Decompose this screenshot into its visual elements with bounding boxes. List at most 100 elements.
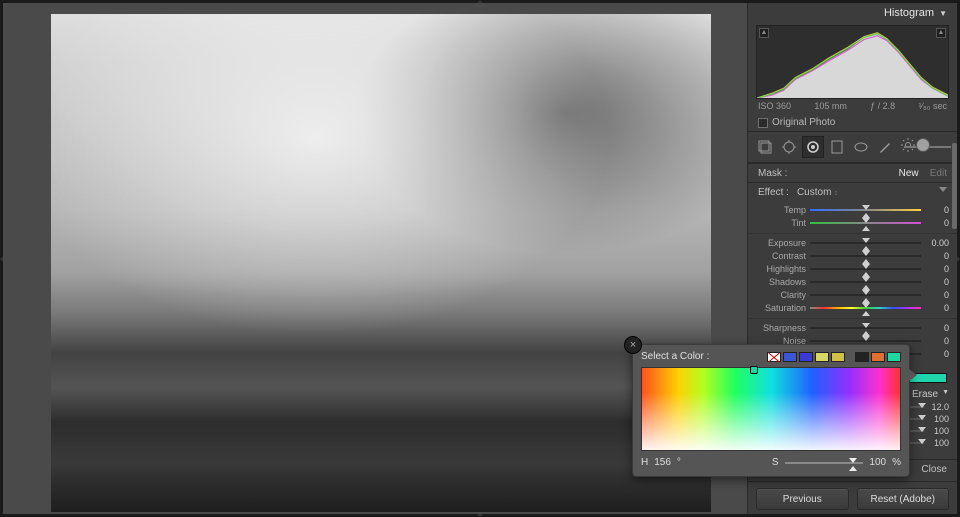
preset-swatch-3[interactable] xyxy=(815,352,829,362)
button-row: Previous Reset (Adobe) xyxy=(748,481,957,514)
panel-scrollbar[interactable] xyxy=(952,143,957,229)
adj-exposure-row: Exposure 0.00 xyxy=(756,236,949,249)
close-button[interactable]: × xyxy=(624,336,642,354)
erase-value-2: 100 xyxy=(927,426,949,436)
sun-icon xyxy=(901,138,915,152)
sat-value[interactable]: 100 xyxy=(869,457,886,468)
adj-highlights-value[interactable]: 0 xyxy=(925,264,949,274)
adj-highlights-row: Highlights 0 xyxy=(756,262,949,275)
adj-sharpness-slider[interactable] xyxy=(810,323,921,333)
highlight-clipping-icon[interactable]: ▲ xyxy=(936,28,946,38)
sat-label: S xyxy=(772,457,779,468)
preset-swatch-5[interactable] xyxy=(855,352,869,362)
color-picker-popup: × Select a Color : H 156 ° S 100 % xyxy=(632,344,910,477)
adj-shadows-value[interactable]: 0 xyxy=(925,277,949,287)
hue-value[interactable]: 156 xyxy=(654,457,671,468)
spot-tool-button[interactable] xyxy=(778,136,800,158)
shadow-clipping-icon[interactable]: ▲ xyxy=(759,28,769,38)
adj-temp-row: Temp 0 xyxy=(756,203,949,216)
radial-tool-button[interactable] xyxy=(850,136,872,158)
preset-row xyxy=(767,352,901,362)
mask-label: Mask : xyxy=(758,168,787,179)
photo-preview[interactable] xyxy=(51,14,711,512)
preset-swatch-0[interactable] xyxy=(767,352,781,362)
crop-tool-button[interactable] xyxy=(754,136,776,158)
adj-tint-row: Tint 0 xyxy=(756,216,949,229)
effect-section: Effect : Custom ↕ xyxy=(748,182,957,201)
adj-saturation-row: Saturation 0 xyxy=(756,301,949,314)
preset-swatch-4[interactable] xyxy=(831,352,845,362)
preset-swatch-7[interactable] xyxy=(887,352,901,362)
close-icon: × xyxy=(630,339,636,351)
histogram[interactable]: ▲ ▲ xyxy=(756,25,949,99)
effect-dropdown[interactable]: Custom ↕ xyxy=(797,187,838,198)
adj-shadows-slider[interactable] xyxy=(810,277,921,287)
saturation-slider[interactable] xyxy=(785,462,864,464)
mask-new-button[interactable]: New xyxy=(899,168,919,179)
previous-button[interactable]: Previous xyxy=(756,488,849,510)
histogram-metadata: ISO 360 105 mm ƒ / 2.8 ¹⁄₈₀ sec xyxy=(748,99,957,114)
erase-value-0: 12.0 xyxy=(927,402,949,412)
effect-value: Custom xyxy=(797,187,831,198)
adj-exposure-label: Exposure xyxy=(756,238,806,248)
original-photo-checkbox[interactable] xyxy=(758,118,768,128)
spectrum-cursor-icon[interactable] xyxy=(750,366,758,374)
adj-clarity-slider[interactable] xyxy=(810,290,921,300)
erase-value-3: 100 xyxy=(927,438,949,448)
adj-sharpness-row: Sharpness 0 xyxy=(756,321,949,334)
adj-saturation-label: Saturation xyxy=(756,303,806,313)
erase-value-1: 100 xyxy=(927,414,949,424)
adj-tint-value[interactable]: 0 xyxy=(925,218,949,228)
effect-label: Effect : xyxy=(758,187,789,198)
hue-label: H xyxy=(641,457,648,468)
toolstrip xyxy=(748,131,957,163)
graduated-tool-button[interactable] xyxy=(826,136,848,158)
focal-value: 105 mm xyxy=(814,101,847,111)
iso-value: ISO 360 xyxy=(758,101,791,111)
adj-saturation-slider[interactable] xyxy=(810,303,921,313)
brush-tool-button[interactable] xyxy=(874,136,896,158)
hue-degree: ° xyxy=(677,457,681,468)
erase-label[interactable]: Erase xyxy=(912,389,938,400)
close-link[interactable]: Close xyxy=(921,464,947,475)
exposure-quick-slider[interactable] xyxy=(904,140,951,154)
chevron-updown-icon: ↕ xyxy=(834,190,838,197)
adj-temp-value[interactable]: 0 xyxy=(925,205,949,215)
adj-contrast-slider[interactable] xyxy=(810,251,921,261)
original-photo-row[interactable]: Original Photo xyxy=(748,114,957,131)
adj-sharpness-value[interactable]: 0 xyxy=(925,323,949,333)
color-spectrum[interactable] xyxy=(641,367,901,451)
mask-section: Mask : New Edit xyxy=(748,163,957,182)
mask-edit-button[interactable]: Edit xyxy=(930,168,947,179)
adj-shadows-label: Shadows xyxy=(756,277,806,287)
adj-clarity-row: Clarity 0 xyxy=(756,288,949,301)
adj-contrast-label: Contrast xyxy=(756,251,806,261)
preset-swatch-6[interactable] xyxy=(871,352,885,362)
adj-temp-label: Temp xyxy=(756,205,806,215)
adj-moiré-value[interactable]: 0 xyxy=(925,349,949,359)
adj-noise-value[interactable]: 0 xyxy=(925,336,949,346)
preset-swatch-2[interactable] xyxy=(799,352,813,362)
adj-tint-slider[interactable] xyxy=(810,218,921,228)
adj-highlights-label: Highlights xyxy=(756,264,806,274)
adj-tint-label: Tint xyxy=(756,218,806,228)
redeye-tool-button[interactable] xyxy=(802,136,824,158)
histogram-curve-icon xyxy=(757,26,948,98)
disclosure-icon[interactable] xyxy=(939,187,947,192)
adj-exposure-slider[interactable] xyxy=(810,238,921,248)
reset-adobe-button[interactable]: Reset (Adobe) xyxy=(857,488,950,510)
adj-clarity-label: Clarity xyxy=(756,290,806,300)
adj-highlights-slider[interactable] xyxy=(810,264,921,274)
adj-contrast-row: Contrast 0 xyxy=(756,249,949,262)
histogram-header[interactable]: Histogram ▼ xyxy=(748,3,957,23)
adj-temp-slider[interactable] xyxy=(810,205,921,215)
adj-saturation-value[interactable]: 0 xyxy=(925,303,949,313)
shutter-value: ¹⁄₈₀ sec xyxy=(919,101,947,111)
color-picker-title: Select a Color : xyxy=(641,351,709,362)
adj-contrast-value[interactable]: 0 xyxy=(925,251,949,261)
adj-sharpness-label: Sharpness xyxy=(756,323,806,333)
adj-clarity-value[interactable]: 0 xyxy=(925,290,949,300)
adj-exposure-value[interactable]: 0.00 xyxy=(925,238,949,248)
chevron-down-icon: ▼ xyxy=(942,389,949,400)
preset-swatch-1[interactable] xyxy=(783,352,797,362)
